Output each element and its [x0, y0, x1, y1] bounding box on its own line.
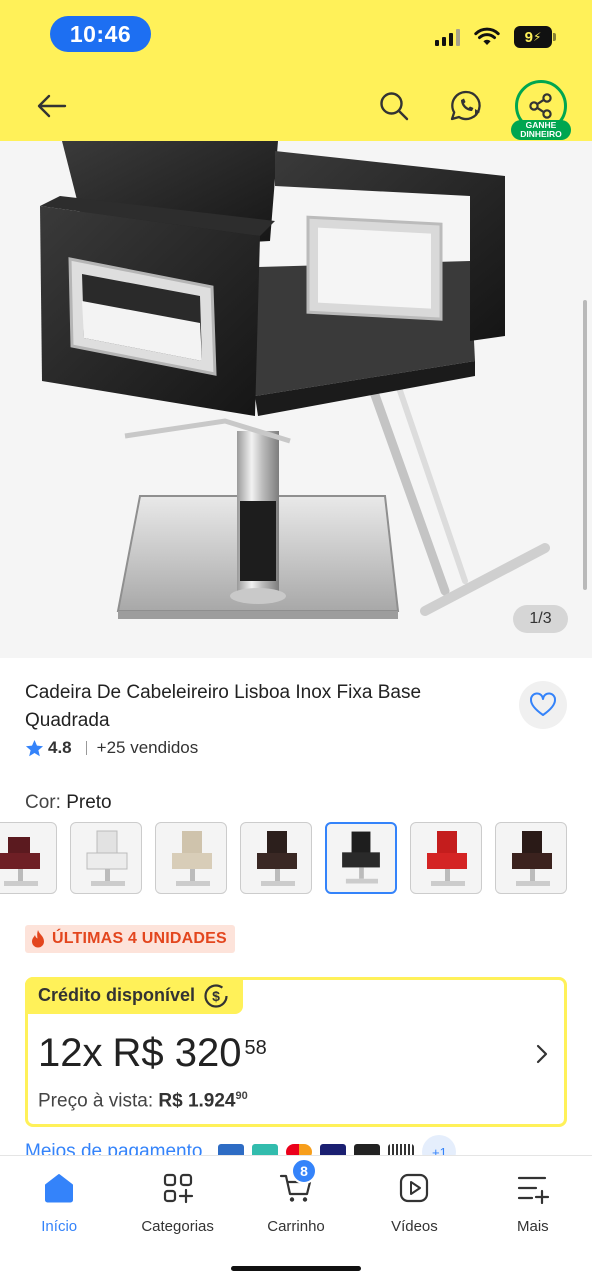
- rating-row[interactable]: 4.8 +25 vendidos: [25, 737, 198, 759]
- cellular-signal-icon: [435, 28, 460, 46]
- categories-icon: [163, 1173, 193, 1204]
- selected-color: Preto: [66, 792, 112, 813]
- nav-label: Carrinho: [267, 1218, 325, 1235]
- heart-icon: [530, 692, 556, 716]
- rating-divider: [85, 741, 87, 755]
- chair-thumbnail: [172, 831, 212, 886]
- image-counter: 1/3: [513, 605, 568, 633]
- cash-price-label: Preço à vista:: [38, 1090, 154, 1112]
- product-image: [40, 141, 550, 619]
- color-swatches: [0, 822, 592, 894]
- stock-badge: ÚLTIMAS 4 UNIDADES: [25, 925, 235, 953]
- color-swatch-vinho[interactable]: [0, 822, 57, 894]
- chair-thumbnail: [427, 831, 467, 886]
- chat-button[interactable]: [446, 86, 486, 126]
- whatsapp-chat-icon: [450, 90, 481, 121]
- wifi-icon: [474, 27, 500, 45]
- coin-icon: $: [204, 983, 228, 1008]
- installment-amount: R$ 320: [112, 1031, 242, 1075]
- cash-price-cents: 90: [235, 1090, 248, 1102]
- share-earn-label: GANHE DINHEIRO: [511, 120, 571, 140]
- battery-icon: 9 ⚡: [514, 26, 556, 48]
- nav-label: Início: [41, 1218, 78, 1235]
- share-earn-button[interactable]: GANHE DINHEIRO: [511, 80, 571, 142]
- menu-plus-icon: [517, 1176, 549, 1204]
- nav-label: Vídeos: [391, 1218, 438, 1235]
- home-indicator: [231, 1266, 361, 1271]
- scrollbar[interactable]: [583, 300, 587, 590]
- cart-count-badge: 8: [291, 1158, 317, 1184]
- credit-tag-label: Crédito disponível: [38, 985, 196, 1005]
- cash-price-amount: R$ 1.924: [158, 1090, 236, 1112]
- battery-level: 9: [524, 28, 533, 46]
- color-swatch-marrom-escuro[interactable]: [495, 822, 567, 894]
- share-icon: [529, 93, 552, 119]
- nav-item-mais[interactable]: Mais: [474, 1156, 592, 1280]
- credit-box[interactable]: Crédito disponível $ 12x R$ 320 58 Preço…: [25, 977, 567, 1127]
- nav-item-categorias[interactable]: Categorias: [118, 1156, 236, 1280]
- status-icons: 9 ⚡: [435, 26, 556, 48]
- arrow-left-icon: [37, 94, 67, 118]
- color-swatch-bege[interactable]: [155, 822, 227, 894]
- cash-price: Preço à vista: R$ 1.92490: [38, 1090, 248, 1112]
- status-time: 10:46: [50, 16, 151, 52]
- color-swatch-preto[interactable]: [325, 822, 397, 894]
- nav-label: Mais: [516, 1218, 549, 1235]
- search-icon: [380, 92, 409, 121]
- back-button[interactable]: [34, 88, 70, 124]
- product-image-gallery[interactable]: [0, 141, 592, 658]
- chair-thumbnail: [257, 831, 297, 886]
- stock-badge-text: ÚLTIMAS 4 UNIDADES: [52, 930, 227, 947]
- app-header: 10:46 9 ⚡ GANHE DINHEIRO: [0, 0, 592, 141]
- credit-details-button[interactable]: [530, 1042, 554, 1066]
- chair-thumbnail: [86, 830, 128, 886]
- installment-price: 12x R$ 320 58: [38, 1030, 267, 1076]
- installment-count: 12x: [38, 1031, 103, 1075]
- credit-tag: Crédito disponível $: [25, 977, 244, 1014]
- chair-thumbnail: [512, 831, 552, 886]
- svg-text:$: $: [212, 988, 220, 1004]
- nav-label: Categorias: [141, 1218, 214, 1235]
- nav-item-inicio[interactable]: Início: [0, 1156, 118, 1280]
- star-icon: [25, 739, 44, 756]
- favorite-button[interactable]: [519, 681, 567, 729]
- color-label: Cor: Preto: [25, 792, 112, 814]
- color-swatch-vermelho[interactable]: [410, 822, 482, 894]
- nav-item-videos[interactable]: Vídeos: [355, 1156, 473, 1280]
- product-page: 10:46 9 ⚡ GANHE DINHEIRO 1/3 Cadeira De …: [0, 0, 592, 1280]
- color-label-prefix: Cor:: [25, 792, 61, 813]
- sold-count: +25 vendidos: [96, 738, 199, 757]
- product-title: Cadeira De Cabeleireiro Lisboa Inox Fixa…: [25, 682, 422, 731]
- chair-thumbnail: [342, 831, 380, 884]
- rating-score: 4.8: [48, 738, 72, 757]
- color-swatch-marrom[interactable]: [240, 822, 312, 894]
- installment-cents: 58: [244, 1037, 267, 1059]
- chevron-right-icon: [536, 1044, 548, 1064]
- chair-thumbnail: [0, 837, 40, 886]
- color-swatch-branco[interactable]: [70, 822, 142, 894]
- video-icon: [400, 1173, 429, 1203]
- home-icon: [45, 1174, 74, 1203]
- search-button[interactable]: [374, 86, 414, 126]
- fire-icon: [32, 930, 44, 948]
